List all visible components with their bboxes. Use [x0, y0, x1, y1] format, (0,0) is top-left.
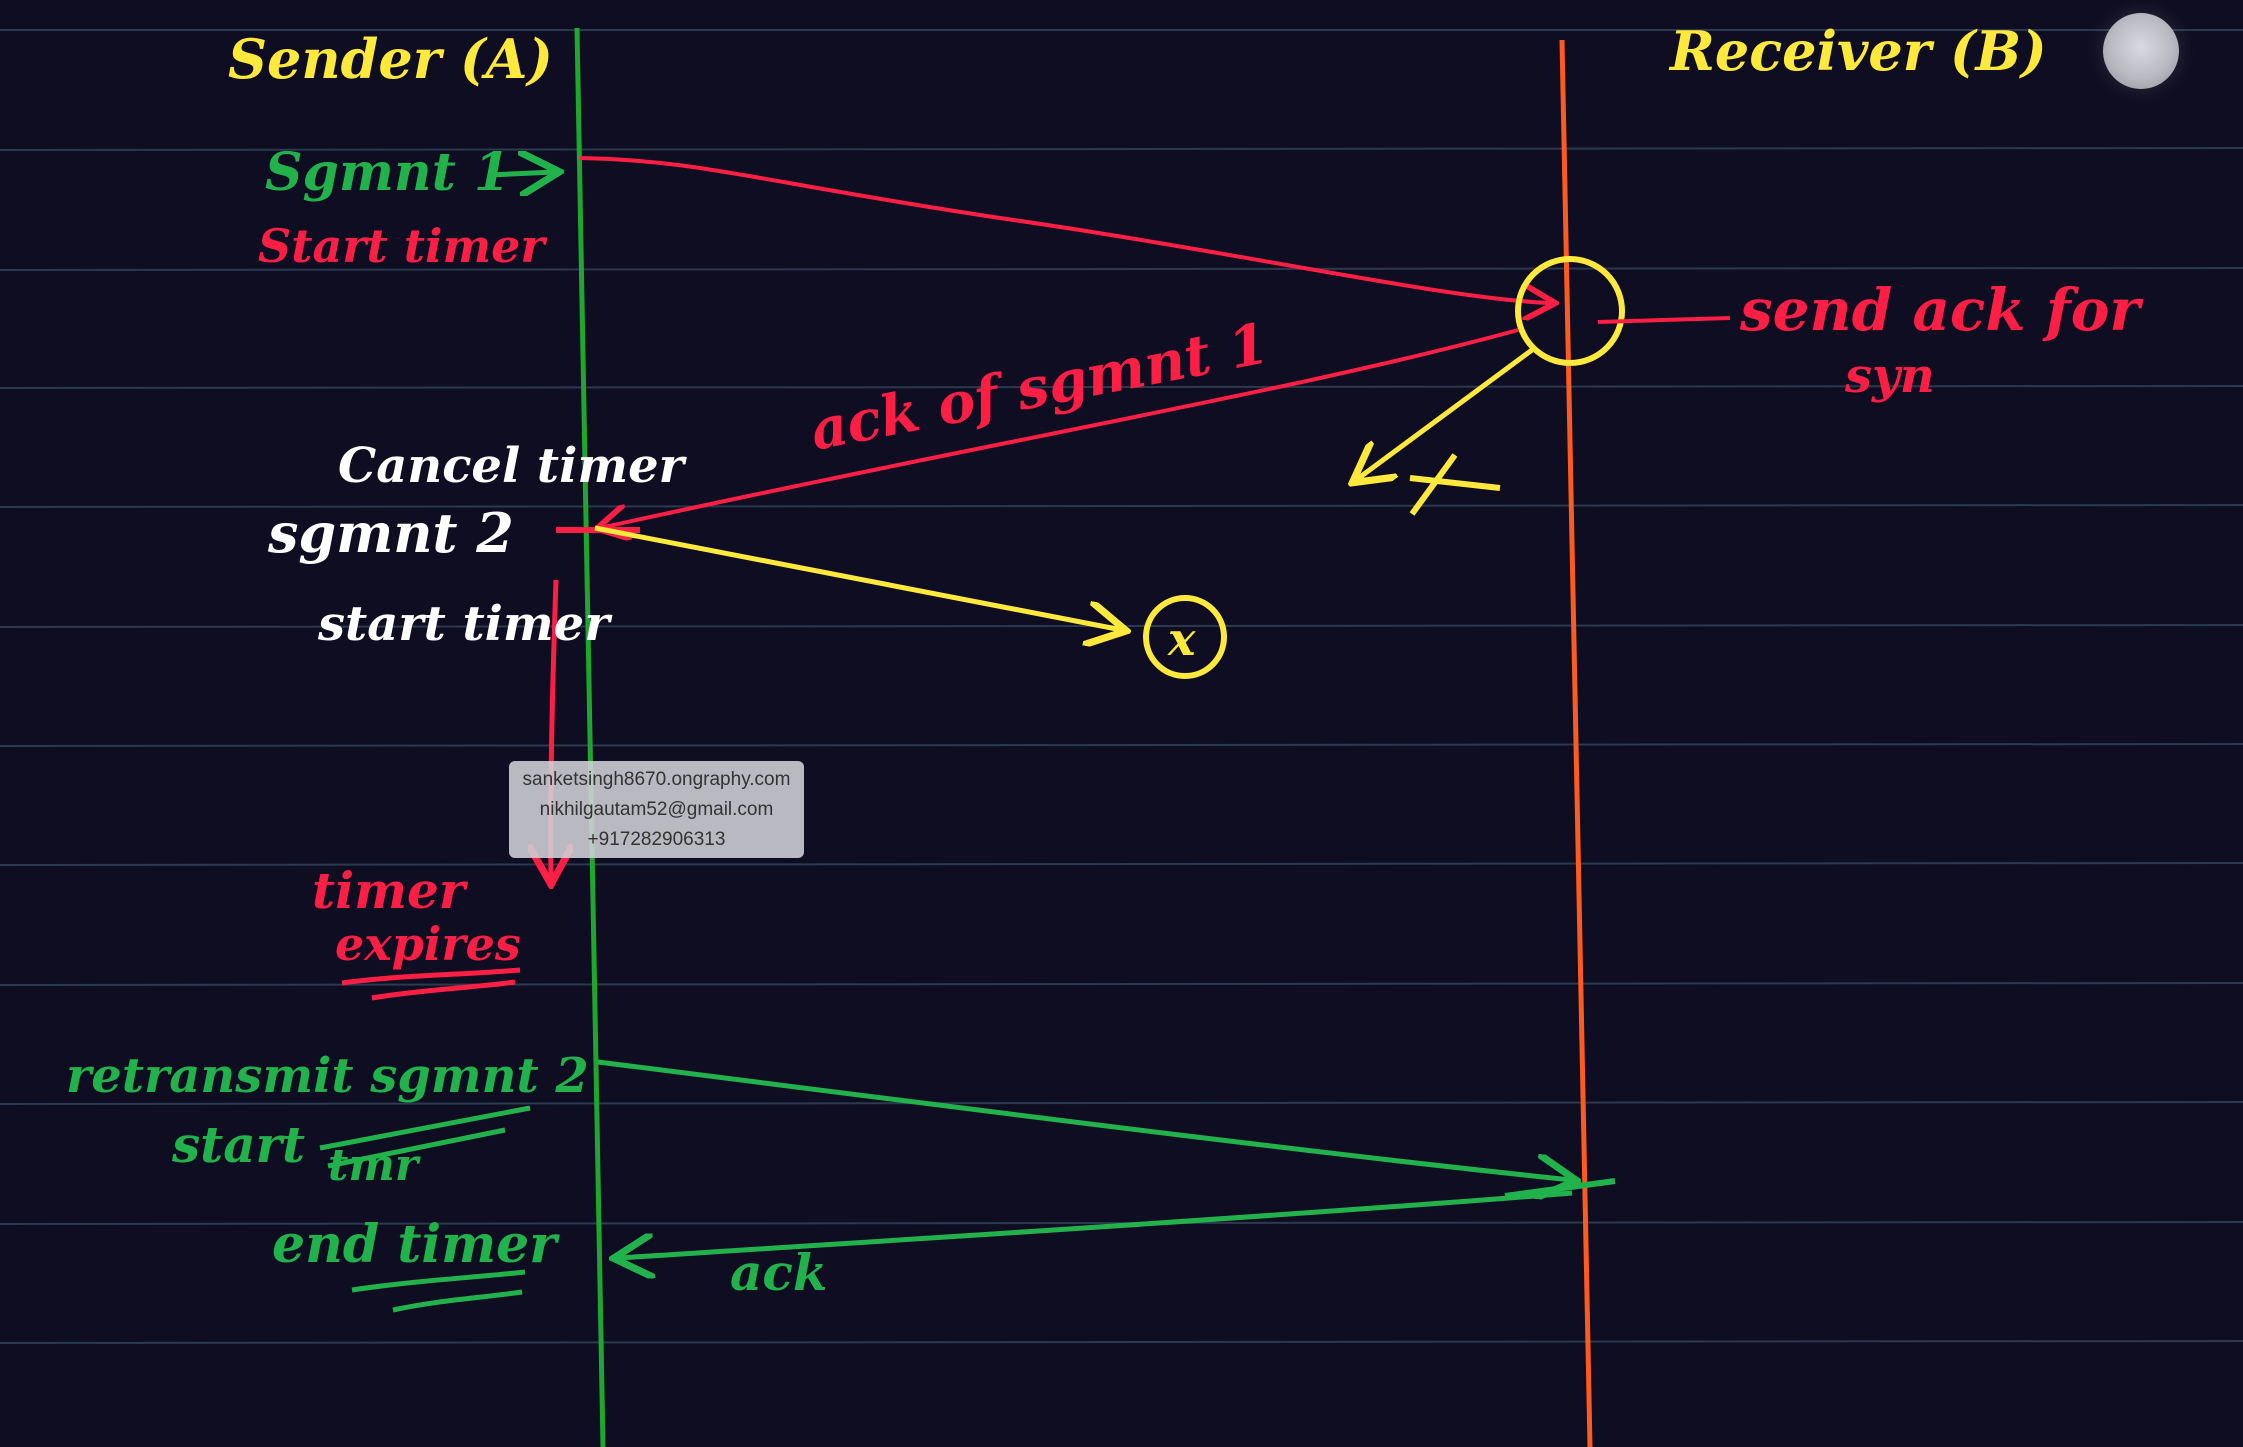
send-ack-pointer: [1597, 316, 1731, 324]
end-timer-label: end timer: [272, 1214, 560, 1275]
watermark-line2: nikhilgautam52@gmail.com: [539, 798, 774, 820]
cancel-timer-label: Cancel timer: [338, 438, 688, 494]
watermark-line1: sanketsingh8670.ongraphy.com: [522, 768, 791, 790]
segment1-pointer: [489, 172, 555, 175]
lost-mark-circled: x: [1167, 612, 1196, 666]
watermark: sanketsingh8670.ongraphy.com nikhilgauta…: [509, 761, 804, 858]
segment1-arrow: [579, 156, 1552, 303]
record-indicator-icon[interactable]: [2103, 13, 2179, 89]
segment2-arrow: [594, 525, 1122, 630]
receiver-timeline: [1559, 39, 1593, 1447]
struck-timer-label: tmr: [328, 1140, 421, 1191]
lost-ack-arrow: [1356, 347, 1534, 480]
receiver-heading: Receiver (B): [1668, 19, 2047, 83]
timer-label: timer: [312, 861, 469, 920]
send-ack-label: send ack for: [1739, 276, 2144, 344]
start-timer-1-label: Start timer: [258, 219, 548, 273]
sequence-diagram-board: Sender (A) Receiver (B) Sgmnt 1 Start ti…: [0, 19, 2243, 1447]
segment1-label: Sgmnt 1: [265, 142, 510, 203]
sender-timeline: [574, 27, 606, 1447]
end-timer-underline: [351, 1269, 526, 1313]
ack-label: ack: [730, 1243, 828, 1302]
start-timer-2-label: start timer: [317, 596, 613, 652]
retransmit-arrow: [597, 1059, 1572, 1180]
syn-label: syn: [1844, 348, 1935, 404]
watermark-line3: +917282906313: [587, 828, 726, 850]
retransmit-label: retransmit sgmnt 2: [66, 1048, 589, 1104]
sender-heading: Sender (A): [228, 27, 553, 91]
start-label: start: [171, 1115, 305, 1174]
segment2-label: sgmnt 2: [267, 501, 514, 565]
ack-of-segment1-label: ack of sgmnt 1: [805, 310, 1274, 463]
expires-label: expires: [335, 917, 521, 971]
